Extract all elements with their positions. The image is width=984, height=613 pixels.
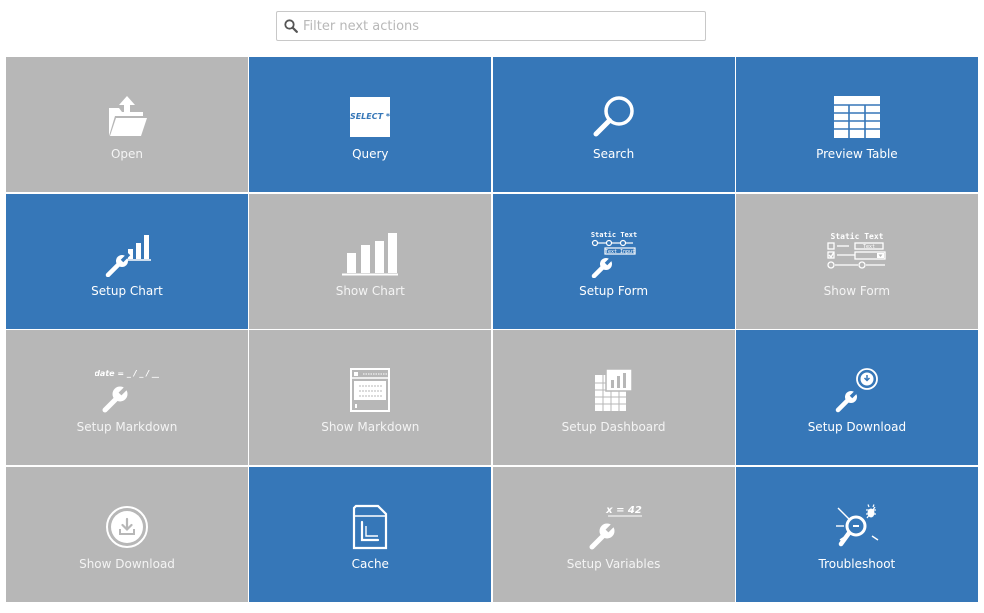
dashboard-icon [582,364,646,416]
form-icon: Static Text Text [825,228,889,280]
tile-open[interactable]: Open [6,57,248,192]
tile-label: Show Download [79,557,175,572]
select-query-icon: SELECT * [338,91,402,143]
tile-setup-variables[interactable]: x = 42 Setup Variables [492,467,735,603]
wrench-download-icon [825,364,889,416]
search-icon [582,91,646,143]
tile-label: Troubleshoot [818,557,896,572]
tile-show-download[interactable]: Show Download [6,467,248,603]
tile-setup-dashboard[interactable]: Setup Dashboard [492,330,735,466]
tile-label: Open [110,147,144,161]
folder-open-icon [95,91,159,143]
icon-text: Static Text [590,231,636,239]
icon-text: x = 42 [605,505,642,516]
download-icon [95,501,159,553]
tile-show-markdown[interactable]: Show Markdown [249,330,492,466]
tile-search[interactable]: Search [492,57,735,192]
icon-text: date = _ / _ / __ [95,369,159,378]
tile-label: Setup Markdown [76,420,178,435]
tile-label: Query [352,147,389,161]
tile-label: Setup Variables [566,557,661,572]
icon-text: Text [863,244,875,250]
icon-text: Text Input [605,249,635,255]
tile-label: Show Markdown [321,420,420,435]
tile-cache[interactable]: Cache [249,467,492,603]
bar-chart-icon [338,228,402,280]
markdown-document-icon [338,364,402,416]
tile-label: Search [592,147,635,161]
icon-text: SELECT * [350,112,391,121]
tile-label: Show Form [823,283,891,298]
tile-label: Setup Form [579,283,649,298]
cache-icon [338,501,402,553]
troubleshoot-bug-icon [825,501,889,553]
tile-query[interactable]: SELECT * Query [249,57,492,192]
tile-label: Cache [351,557,389,572]
filter-actions-input[interactable] [277,12,705,40]
search-icon [284,19,298,33]
tile-label: Setup Dashboard [561,420,666,435]
wrench-markdown-icon: date = _ / _ / __ [95,364,159,416]
tile-label: Show Chart [335,283,405,298]
wrench-chart-icon [95,228,159,280]
tile-label: Preview Table [816,147,898,161]
tile-label: Setup Chart [91,283,163,298]
wrench-variables-icon: x = 42 [582,501,646,553]
tile-setup-markdown[interactable]: date = _ / _ / __ Setup Markdown [6,330,248,466]
tile-setup-download[interactable]: Setup Download [735,330,978,466]
tile-setup-chart[interactable]: Setup Chart [6,193,248,329]
wrench-form-icon: Static Text Text Input [582,228,646,280]
tile-setup-form[interactable]: Static Text Text Input Setup Form [492,193,735,329]
actions-grid: Open SELECT * Query Search Preview Table… [6,57,978,603]
table-icon [825,91,889,143]
tile-show-form[interactable]: Static Text Text Show Form [735,193,978,329]
filter-search-box[interactable] [276,11,706,41]
tile-preview-table[interactable]: Preview Table [735,57,978,192]
tile-troubleshoot[interactable]: Troubleshoot [735,467,978,603]
tile-show-chart[interactable]: Show Chart [249,193,492,329]
icon-text: Static Text [830,232,883,241]
tile-label: Setup Download [807,420,907,435]
